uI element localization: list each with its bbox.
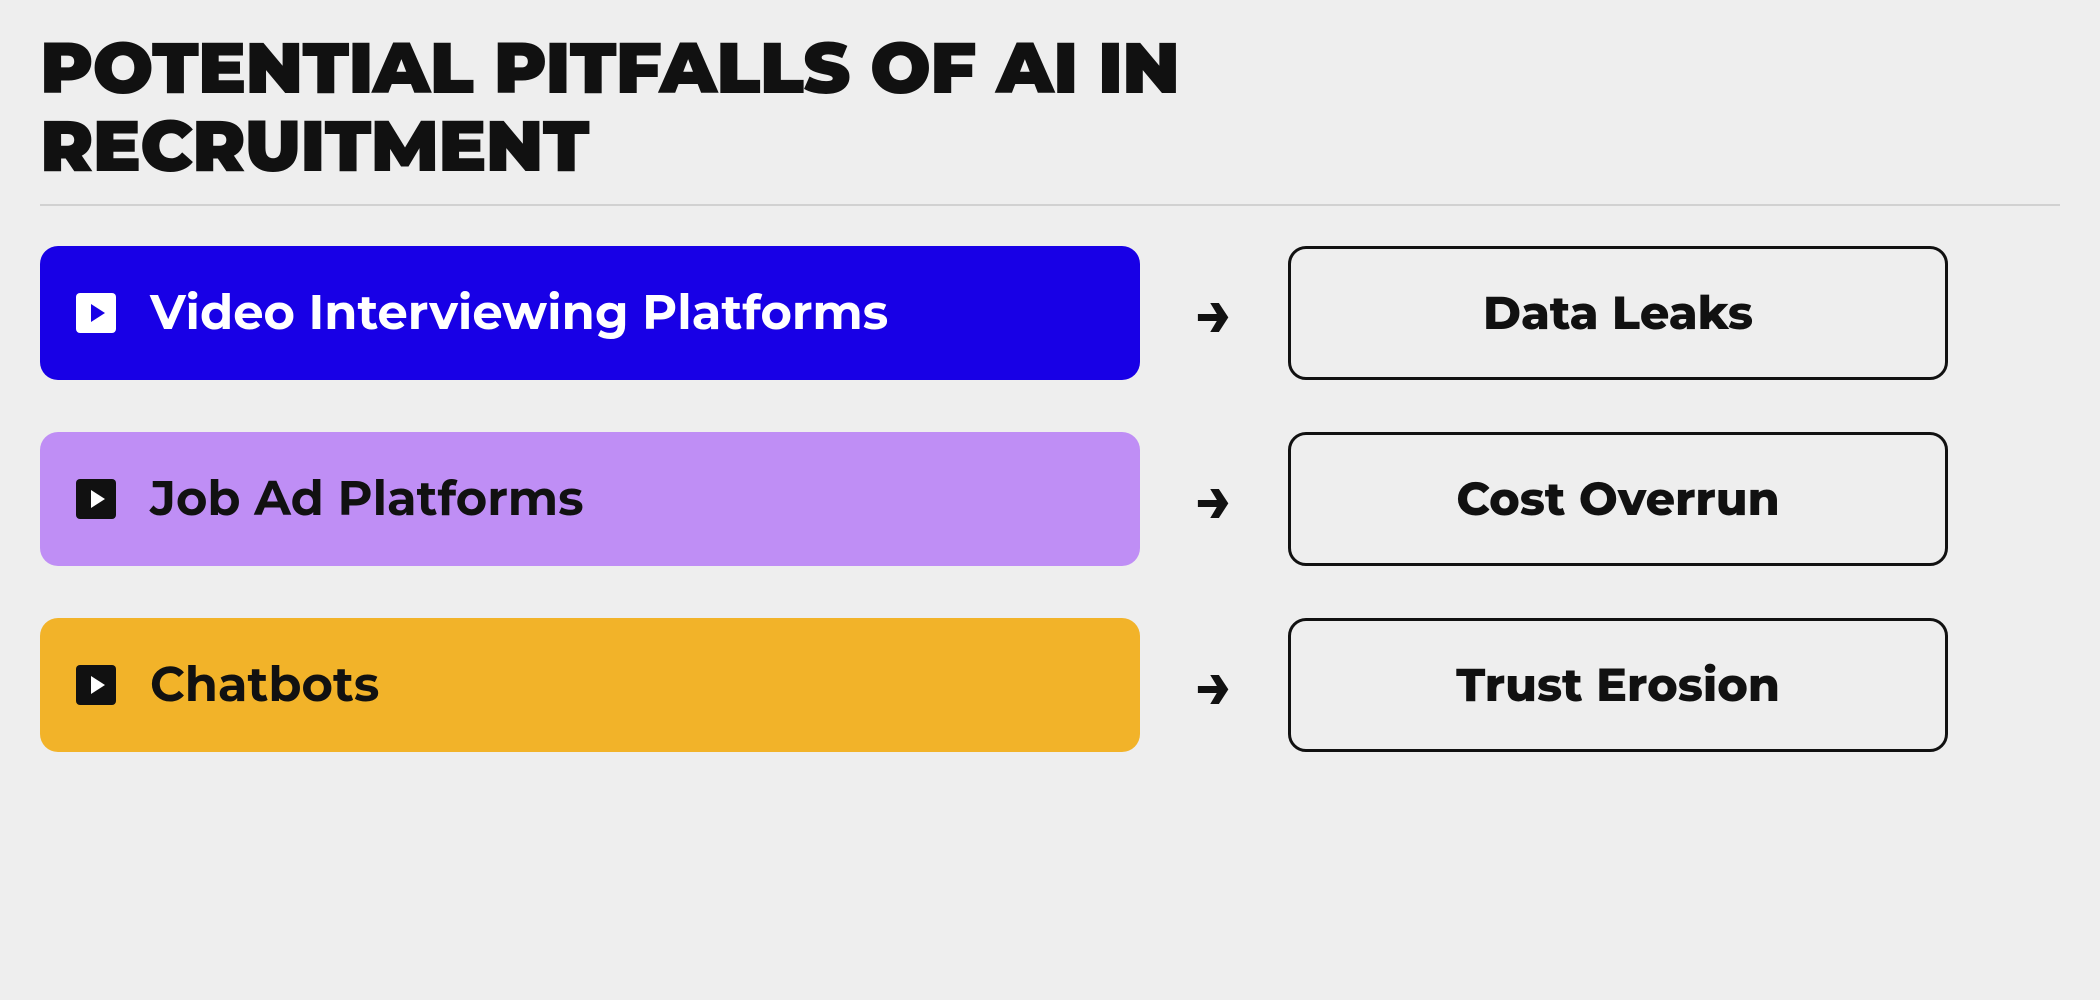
source-label: Video Interviewing Platforms [150, 284, 888, 342]
diagram-row: Video Interviewing Platforms → Data Leak… [40, 246, 2060, 380]
diagram-row: Chatbots → Trust Erosion [40, 618, 2060, 752]
source-pill-video-interviewing: Video Interviewing Platforms [40, 246, 1140, 380]
title-container: POTENTIAL PITFALLS OF AI IN RECRUITMENT [40, 30, 2060, 206]
source-pill-chatbots: Chatbots [40, 618, 1140, 752]
arrow-right-icon: → [1170, 274, 1258, 352]
outcome-label: Data Leaks [1483, 284, 1753, 341]
diagram-rows: Video Interviewing Platforms → Data Leak… [40, 246, 2060, 752]
outcome-pill-cost-overrun: Cost Overrun [1288, 432, 1948, 566]
source-label: Job Ad Platforms [150, 470, 584, 528]
source-pill-job-ad-platforms: Job Ad Platforms [40, 432, 1140, 566]
source-label: Chatbots [150, 656, 379, 714]
outcome-pill-trust-erosion: Trust Erosion [1288, 618, 1948, 752]
play-icon [76, 293, 116, 333]
arrow-right-icon: → [1170, 460, 1258, 538]
outcome-label: Cost Overrun [1456, 470, 1779, 527]
arrow-right-icon: → [1170, 646, 1258, 724]
diagram-row: Job Ad Platforms → Cost Overrun [40, 432, 2060, 566]
slide: POTENTIAL PITFALLS OF AI IN RECRUITMENT … [0, 0, 2100, 1000]
play-icon [76, 665, 116, 705]
slide-title: POTENTIAL PITFALLS OF AI IN RECRUITMENT [40, 30, 1340, 204]
outcome-pill-data-leaks: Data Leaks [1288, 246, 1948, 380]
play-icon [76, 479, 116, 519]
outcome-label: Trust Erosion [1456, 656, 1780, 713]
